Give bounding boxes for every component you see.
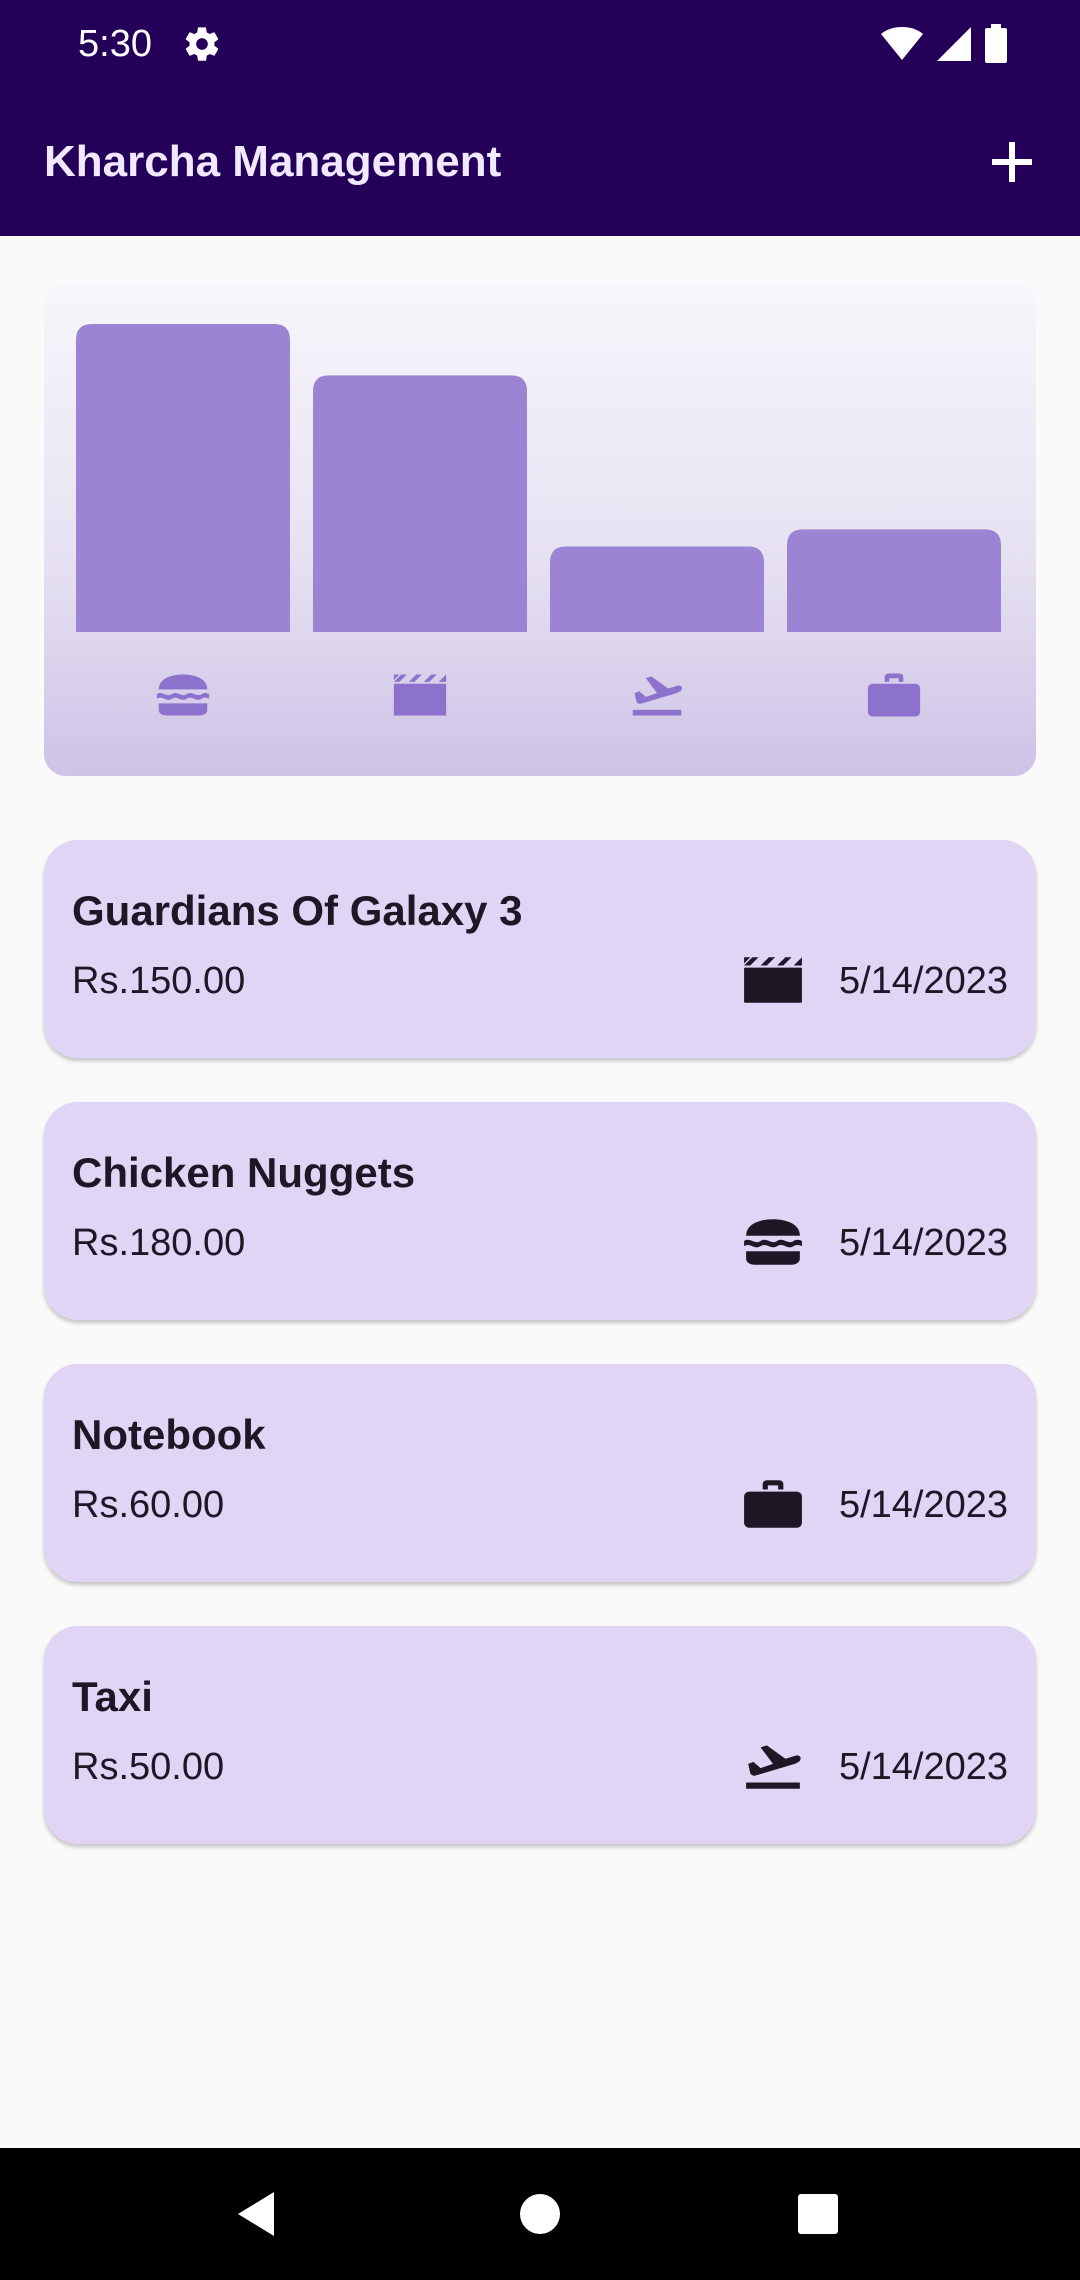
- wifi-icon: [881, 27, 923, 60]
- expense-date: 5/14/2023: [838, 960, 1008, 1002]
- app-bar: Kharcha Management: [0, 88, 1080, 236]
- expense-amount: Rs.150.00: [72, 960, 246, 1002]
- expense-title: Taxi: [72, 1673, 153, 1720]
- status-bar: 5:30: [0, 0, 1080, 88]
- briefcase-icon: [742, 1476, 804, 1532]
- movie-clapper-icon: [394, 674, 446, 715]
- status-icons: [880, 22, 1008, 66]
- burger-icon: [157, 674, 209, 715]
- recents-square-icon[interactable]: [790, 2186, 846, 2242]
- back-triangle-icon[interactable]: [230, 2186, 286, 2242]
- expense-card[interactable]: Chicken Nuggets Rs.180.00 5/14/2023: [44, 1102, 1036, 1320]
- plus-icon: [992, 142, 1032, 182]
- expense-title: Notebook: [72, 1411, 266, 1458]
- chart-bar-food: [76, 324, 290, 632]
- navigation-bar: [0, 2148, 1080, 2280]
- chart-bar-work: [787, 529, 1001, 632]
- expense-date: 5/14/2023: [838, 1484, 1008, 1526]
- flight-takeoff-icon: [742, 1738, 804, 1794]
- expense-amount: Rs.180.00: [72, 1222, 246, 1264]
- home-circle-icon[interactable]: [512, 2186, 568, 2242]
- spending-chart: [44, 282, 1036, 776]
- flight-takeoff-icon: [633, 676, 682, 715]
- expense-date: 5/14/2023: [838, 1222, 1008, 1264]
- cellular-signal-icon: [937, 27, 971, 61]
- chart-bar-travel: [550, 546, 764, 632]
- briefcase-icon: [868, 674, 920, 717]
- battery-icon: [985, 24, 1007, 63]
- expense-amount: Rs.50.00: [72, 1746, 225, 1788]
- expense-card[interactable]: Taxi Rs.50.00 5/14/2023: [44, 1626, 1036, 1844]
- status-time: 5:30: [78, 23, 152, 65]
- expense-card[interactable]: Notebook Rs.60.00 5/14/2023: [44, 1364, 1036, 1582]
- movie-clapper-icon: [742, 952, 804, 1008]
- expense-title: Chicken Nuggets: [72, 1149, 416, 1196]
- chart-bar-entertainment: [313, 375, 527, 632]
- settings-gear-icon: [185, 27, 219, 61]
- expense-card[interactable]: Guardians Of Galaxy 3 Rs.150.00 5/14/202…: [44, 840, 1036, 1058]
- app-title: Kharcha Management: [44, 137, 502, 186]
- chart-canvas: [76, 324, 1001, 776]
- expense-amount: Rs.60.00: [72, 1484, 225, 1526]
- expense-date: 5/14/2023: [838, 1746, 1008, 1788]
- burger-icon: [742, 1214, 804, 1270]
- add-expense-button[interactable]: [980, 130, 1044, 194]
- expense-title: Guardians Of Galaxy 3: [72, 887, 523, 934]
